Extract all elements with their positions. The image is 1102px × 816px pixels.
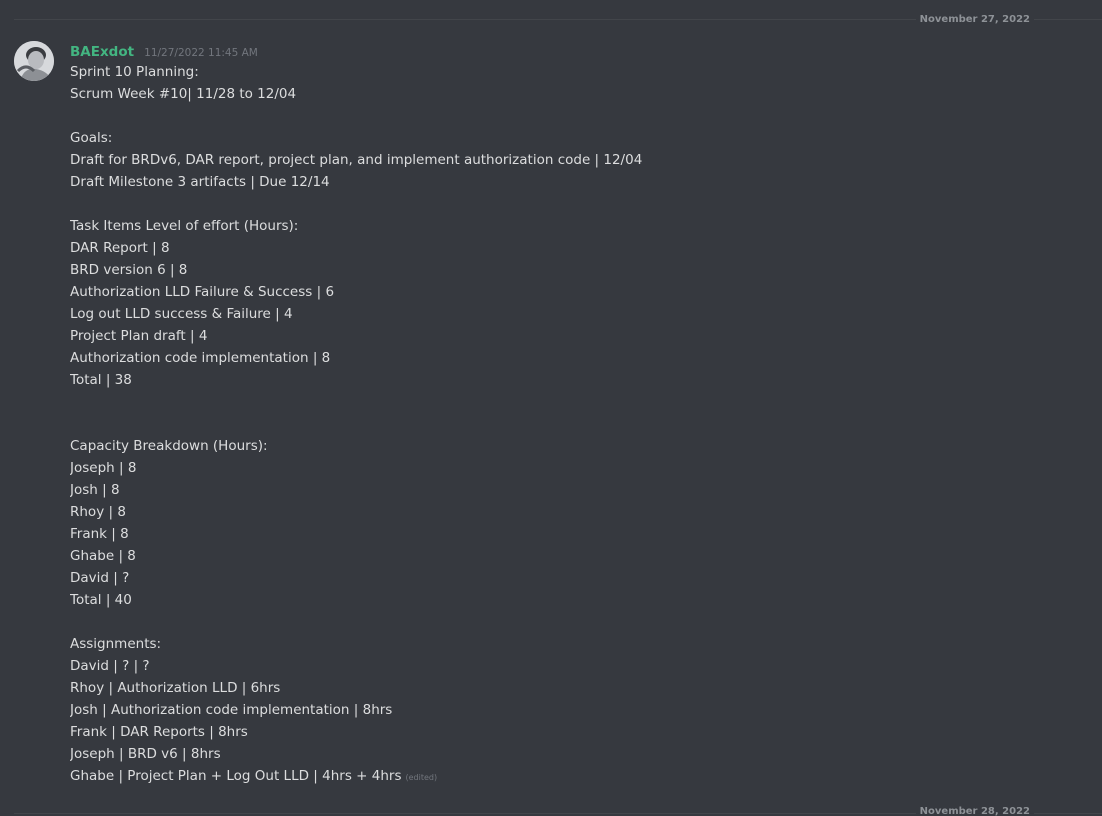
avatar[interactable] (14, 41, 54, 81)
date-divider-label: November 28, 2022 (915, 806, 1034, 816)
username[interactable]: BAExdot (70, 44, 134, 60)
chat-viewport: November 27, 2022 BAExdot 11/27/2022 11:… (0, 0, 1102, 816)
message-line: Capacity Breakdown (Hours): (70, 438, 268, 454)
message-line: Rhoy | Authorization LLD | 6hrs (70, 680, 281, 696)
message-line: Ghabe | 8 (70, 548, 136, 564)
message-line: Total | 40 (70, 592, 132, 608)
message-line-text: Ghabe | Project Plan + Log Out LLD | 4hr… (70, 768, 402, 784)
message-line: Task Items Level of effort (Hours): (70, 218, 299, 234)
message-line: Rhoy | 8 (70, 504, 126, 520)
message-header: BAExdot 11/27/2022 11:45 AM (70, 41, 258, 60)
message-line: Project Plan draft | 4 (70, 328, 208, 344)
message-line: Sprint 10 Planning: (70, 64, 199, 80)
message-line: Draft Milestone 3 artifacts | Due 12/14 (70, 174, 330, 190)
message-line: Log out LLD success & Failure | 4 (70, 306, 293, 322)
message-line: Authorization LLD Failure & Success | 6 (70, 284, 335, 300)
message-line (70, 193, 1030, 215)
message-line: Scrum Week #10| 11/28 to 12/04 (70, 86, 297, 102)
message-line: Total | 38 (70, 372, 132, 388)
message-line: DAR Report | 8 (70, 240, 170, 256)
message-line (70, 391, 1030, 413)
date-divider-label: November 27, 2022 (915, 14, 1034, 26)
message-line: Draft for BRDv6, DAR report, project pla… (70, 152, 643, 168)
message-line: BRD version 6 | 8 (70, 262, 188, 278)
edited-label: (edited) (405, 773, 438, 782)
message-line (70, 105, 1030, 127)
message-line: Assignments: (70, 636, 162, 652)
message-line (70, 611, 1030, 633)
message-content: Sprint 10 Planning: Scrum Week #10| 11/2… (70, 61, 1030, 787)
message-line: Frank | DAR Reports | 8hrs (70, 724, 248, 740)
message-line: Joseph | BRD v6 | 8hrs (70, 746, 221, 762)
message-line: Josh | Authorization code implementation… (70, 702, 393, 718)
message-line (70, 413, 1030, 435)
message-line: Frank | 8 (70, 526, 129, 542)
message-line: Goals: (70, 130, 113, 146)
message-timestamp: 11/27/2022 11:45 AM (144, 47, 258, 59)
message-line-last: Ghabe | Project Plan + Log Out LLD | 4hr… (70, 765, 1030, 787)
message-line: David | ? | ? (70, 658, 150, 674)
message-line: David | ? (70, 570, 130, 586)
avatar-image (14, 41, 54, 81)
message-line: Josh | 8 (70, 482, 120, 498)
message-line: Authorization code implementation | 8 (70, 350, 331, 366)
message-line: Joseph | 8 (70, 460, 137, 476)
